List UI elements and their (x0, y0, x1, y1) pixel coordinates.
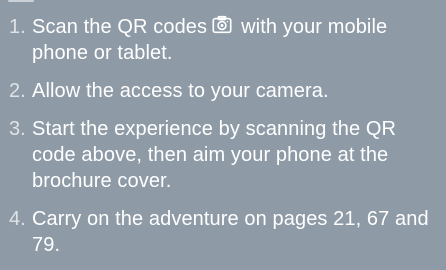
step-number: 3. (9, 118, 26, 140)
step-text: Allow the access to your camera. (32, 80, 329, 102)
instructions-list: 1. Scan the QR codes with your mobile pho… (9, 14, 439, 270)
step-number: 4. (9, 208, 26, 230)
camera-icon (211, 14, 233, 36)
instruction-step-3: 3. Start the experience by scanning the … (9, 116, 439, 194)
instruction-step-2: 2. Allow the access to your camera. (9, 78, 439, 104)
step-number: 1. (9, 16, 26, 38)
step-number: 2. (9, 80, 26, 102)
instruction-step-1: 1. Scan the QR codes with your mobile pho… (9, 14, 439, 66)
step-text: Scan the QR codes with your mobile phone … (32, 14, 439, 66)
step-text: Start the experience by scanning the QR … (32, 118, 397, 192)
step-text: Carry on the adventure on pages 21, 67 a… (32, 208, 429, 256)
top-cropped-mark (0, 0, 40, 2)
step-text-before-icon: Scan the QR codes (32, 16, 208, 38)
instruction-step-4: 4. Carry on the adventure on pages 21, 6… (9, 206, 439, 258)
